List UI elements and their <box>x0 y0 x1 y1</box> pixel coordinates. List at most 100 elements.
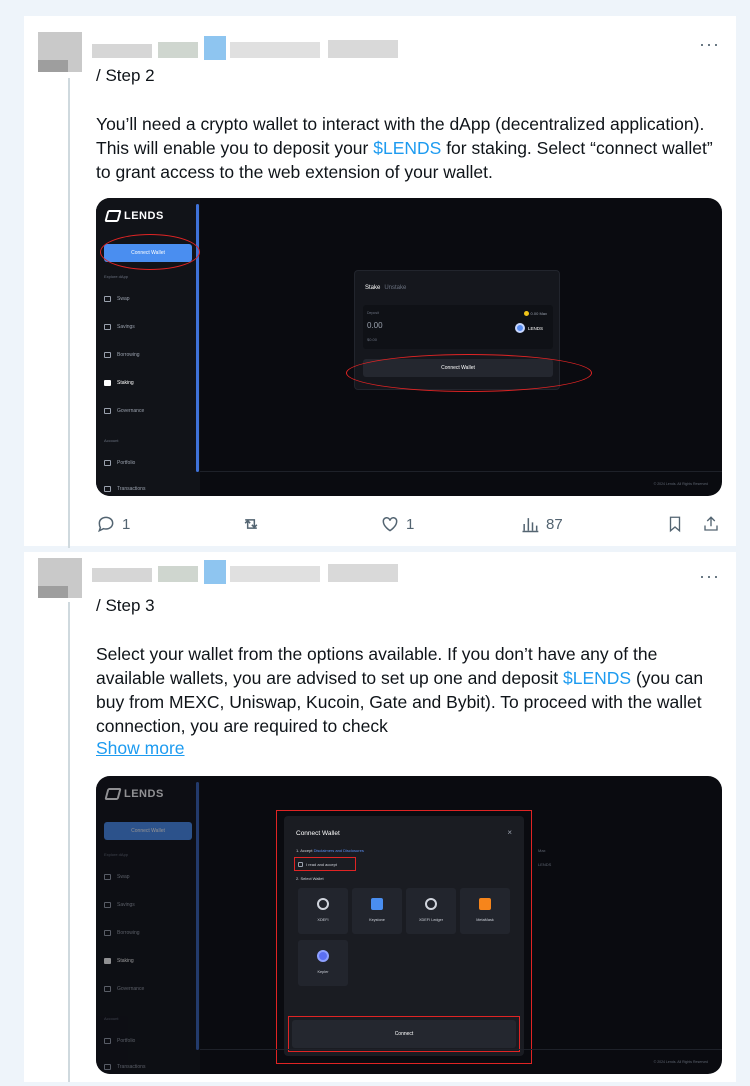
keystone-icon <box>371 898 383 910</box>
sidebar-scrollbar <box>196 782 199 1051</box>
background-max-label: Max <box>538 848 546 853</box>
sidebar-item-swap: Swap <box>104 292 188 306</box>
modal-title: Connect Wallet <box>296 830 340 837</box>
wallet-label: XDEFI <box>317 918 329 922</box>
reply-count: 1 <box>122 515 131 533</box>
sidebar-item-savings: Savings <box>104 898 188 912</box>
connect-wallet-button: Connect Wallet <box>104 822 192 840</box>
xdefi-ledger-icon <box>425 898 437 910</box>
lends-logo: LENDS <box>104 788 164 801</box>
reply-icon <box>98 516 114 533</box>
borrowing-icon <box>104 352 111 358</box>
tweet-text: You’ll need a crypto wallet to interact … <box>96 112 728 184</box>
sidebar-item-label: Governance <box>117 408 145 414</box>
sidebar-item-governance: Governance <box>104 404 188 418</box>
portfolio-icon <box>104 460 111 466</box>
stake-tabs: Stake Unstake <box>365 285 406 291</box>
wallet-option-xdefi-ledger: XDEFI Ledger <box>406 888 456 934</box>
wallet-option-metamask: MetaMask <box>460 888 510 934</box>
section-label: Explore dApp <box>104 274 129 279</box>
cashtag-link[interactable]: $LENDS <box>563 668 631 688</box>
highlight-circle <box>346 354 592 392</box>
like-button[interactable]: 1 <box>380 514 414 534</box>
section-label: Explore dApp <box>104 852 129 857</box>
sidebar-item-label: Borrowing <box>117 352 140 358</box>
lends-logo: LENDS <box>104 210 164 223</box>
footer-divider <box>200 1049 722 1050</box>
deposit-usd: $0.00 <box>367 337 378 342</box>
blurred-author-header <box>38 32 398 72</box>
tweet-step-2: ··· / Step 2 You’ll need a crypto wallet… <box>24 16 736 548</box>
step-label: / Step 2 <box>96 66 155 85</box>
sidebar-item-borrowing: Borrowing <box>104 348 188 362</box>
sidebar-item-label: Transactions <box>117 486 146 492</box>
sidebar-item-label: Savings <box>117 324 135 330</box>
like-count: 1 <box>406 515 415 533</box>
swap-icon <box>104 296 111 302</box>
savings-icon <box>104 902 111 908</box>
sidebar-item-savings: Savings <box>104 320 188 334</box>
sidebar-item-staking: Staking <box>104 376 188 390</box>
deposit-label: Deposit <box>367 311 379 315</box>
wallet-option-kepler: Kepler <box>298 940 348 986</box>
thread-line <box>68 602 70 1082</box>
savings-icon <box>104 324 111 330</box>
sidebar-item-governance: Governance <box>104 982 188 996</box>
sidebar-item-staking: Staking <box>104 954 188 968</box>
retweet-button[interactable] <box>240 514 262 534</box>
sidebar-item-swap: Swap <box>104 870 188 884</box>
views-chart-icon <box>522 518 539 533</box>
token-selector: LENDS <box>514 323 543 333</box>
show-more-link[interactable]: Show more <box>96 738 185 759</box>
max-label: 0.00 Max <box>524 311 547 316</box>
deposit-value: 0.00 <box>367 321 383 330</box>
wallet-label: MetaMask <box>476 918 494 922</box>
wallet-label: Kepler <box>317 970 329 974</box>
token-label: LENDS <box>527 325 543 331</box>
background-token-label: LENDS <box>538 862 552 867</box>
deposit-box: Deposit 0.00 $0.00 0.00 Max LENDS <box>363 305 553 349</box>
governance-icon <box>104 408 111 414</box>
sidebar-scrollbar <box>196 204 199 473</box>
staking-icon <box>104 958 111 964</box>
governance-icon <box>104 986 111 992</box>
lends-app-screenshot[interactable]: LENDS Connect Wallet Explore dApp Swap S… <box>96 198 722 496</box>
sidebar-item-label: Staking <box>117 380 134 386</box>
connect-wallet-modal: Connect Wallet × 1. Accept Disclaimers a… <box>284 816 524 1056</box>
view-count: 87 <box>546 515 563 533</box>
sidebar-item-transactions: Transactions <box>104 482 188 496</box>
blurred-author-header <box>38 558 398 598</box>
lends-logo-icon <box>104 788 122 801</box>
sidebar-item-label: Staking <box>117 958 134 964</box>
heart-icon <box>382 516 398 532</box>
reply-button[interactable]: 1 <box>96 514 130 534</box>
staking-icon <box>104 380 111 386</box>
xdefi-icon <box>317 898 329 910</box>
select-wallet-step: 2. Select Wallet <box>296 876 324 881</box>
accept-step: 1. Accept Disclaimers and Disclosures <box>296 848 364 853</box>
sidebar-item-label: Governance <box>117 986 145 992</box>
kepler-icon <box>317 950 329 962</box>
wallet-label: Keystone <box>369 918 385 922</box>
lends-app-screenshot[interactable]: LENDS Connect Wallet Explore dApp Swap S… <box>96 776 722 1074</box>
disclaimers-link: Disclaimers and Disclosures <box>313 848 364 853</box>
bookmark-button[interactable] <box>666 514 684 534</box>
wallet-option-keystone: Keystone <box>352 888 402 934</box>
thread-line <box>68 78 70 548</box>
retweet-icon <box>244 519 258 529</box>
section-label: Account <box>104 438 119 443</box>
wallet-label: XDEFI Ledger <box>418 918 444 922</box>
close-icon: × <box>507 828 512 837</box>
more-options-icon[interactable]: ··· <box>699 34 720 55</box>
highlight-rect <box>294 857 356 871</box>
more-options-icon[interactable]: ··· <box>699 566 720 587</box>
views-button[interactable]: 87 <box>520 514 563 534</box>
share-icon <box>704 516 718 531</box>
cashtag-link[interactable]: $LENDS <box>373 138 441 158</box>
highlight-rect <box>288 1016 520 1052</box>
share-button[interactable] <box>702 514 720 534</box>
highlight-circle <box>100 234 200 270</box>
tweet-actions: 1 1 87 <box>96 514 728 536</box>
step-label: / Step 3 <box>96 596 155 615</box>
section-label: Account <box>104 1016 119 1021</box>
